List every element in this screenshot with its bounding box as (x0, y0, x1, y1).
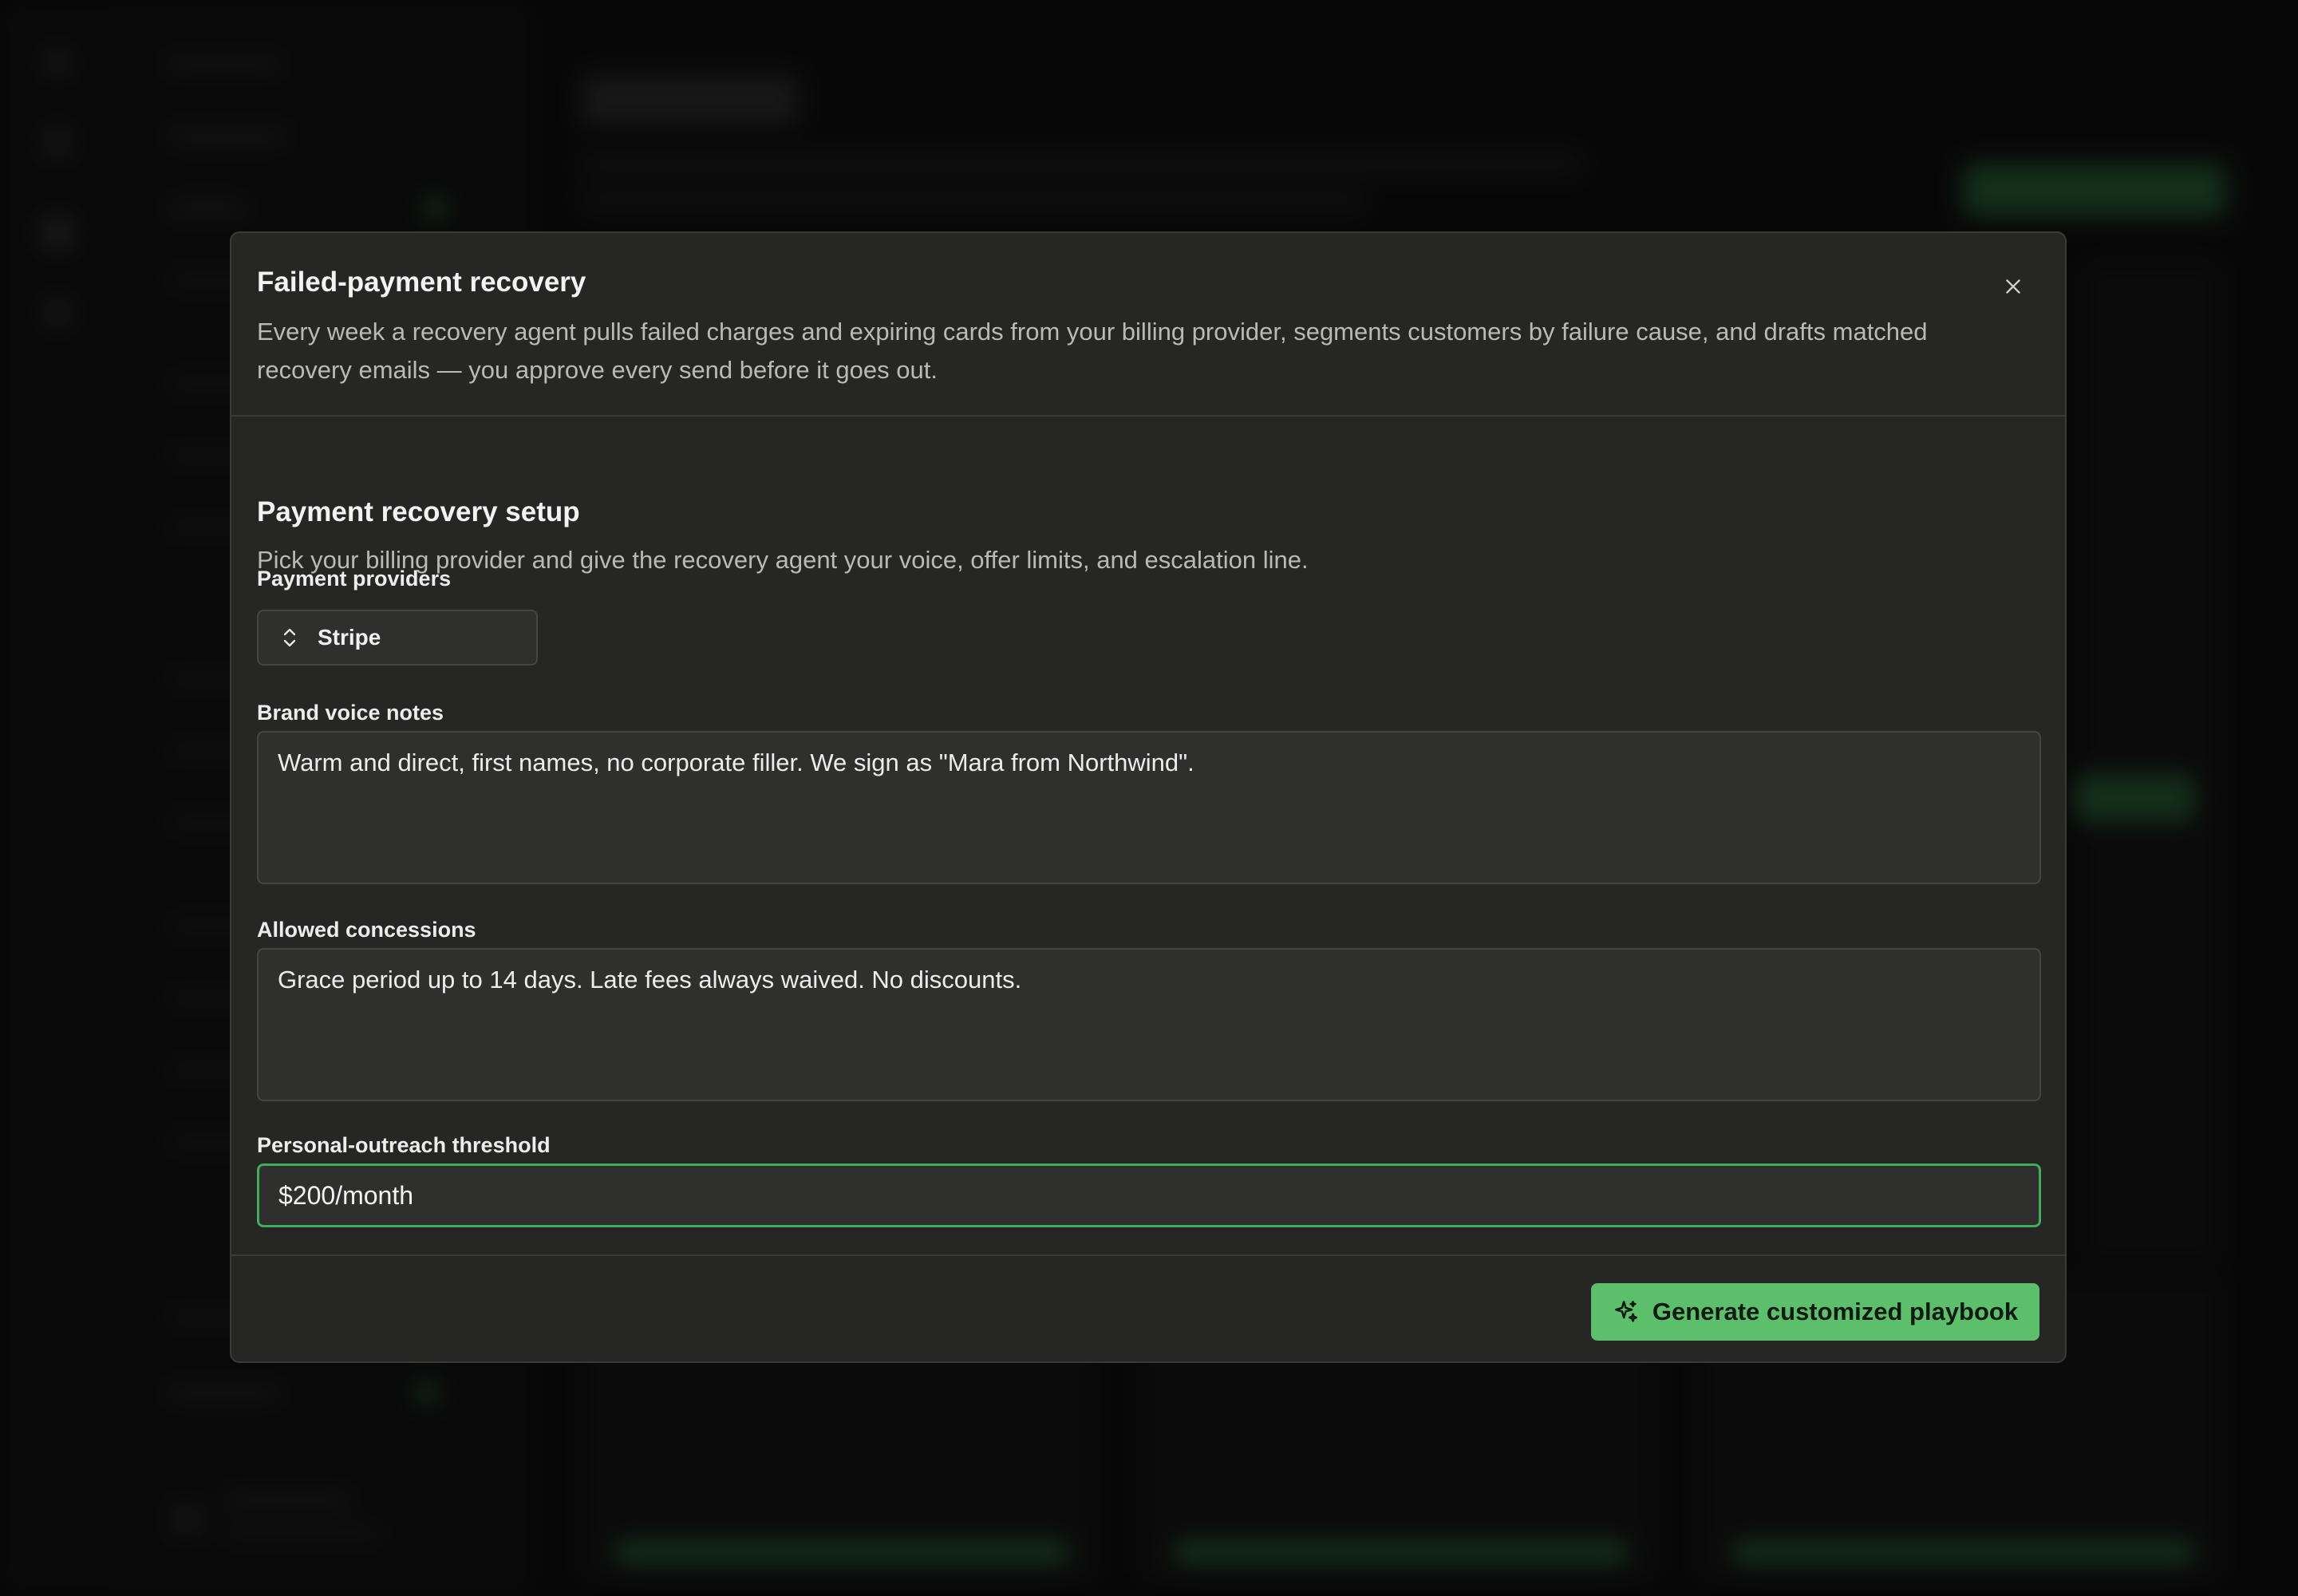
generate-playbook-label: Generate customized playbook (1652, 1298, 2019, 1325)
allowed-concessions-label: Allowed concessions (257, 918, 476, 942)
modal-dialog: Failed-payment recovery Every week a rec… (230, 231, 2067, 1363)
generate-playbook-button[interactable]: Generate customized playbook (1591, 1283, 2039, 1341)
brand-voice-textarea[interactable]: Warm and direct, first names, no corpora… (257, 731, 2041, 884)
modal-footer: Generate customized playbook (231, 1254, 2065, 1361)
brand-voice-label: Brand voice notes (257, 701, 444, 725)
payment-provider-value: Stripe (318, 625, 381, 650)
modal-description: Every week a recovery agent pulls failed… (257, 318, 1928, 384)
close-button[interactable] (1992, 265, 2035, 308)
modal-title: Failed-payment recovery (257, 267, 586, 298)
payment-providers-label: Payment providers (257, 567, 452, 591)
section-title: Payment recovery setup (257, 496, 580, 527)
modal-header: Failed-payment recovery Every week a rec… (231, 233, 2065, 417)
payment-provider-select[interactable]: Stripe (257, 610, 538, 666)
outreach-threshold-input[interactable]: $200/month (257, 1163, 2041, 1227)
sparkles-icon (1613, 1298, 1640, 1325)
chevron-up-down-icon (281, 626, 298, 649)
allowed-concessions-textarea[interactable]: Grace period up to 14 days. Late fees al… (257, 948, 2041, 1101)
close-icon (2003, 276, 2024, 297)
outreach-threshold-label: Personal-outreach threshold (257, 1133, 551, 1157)
